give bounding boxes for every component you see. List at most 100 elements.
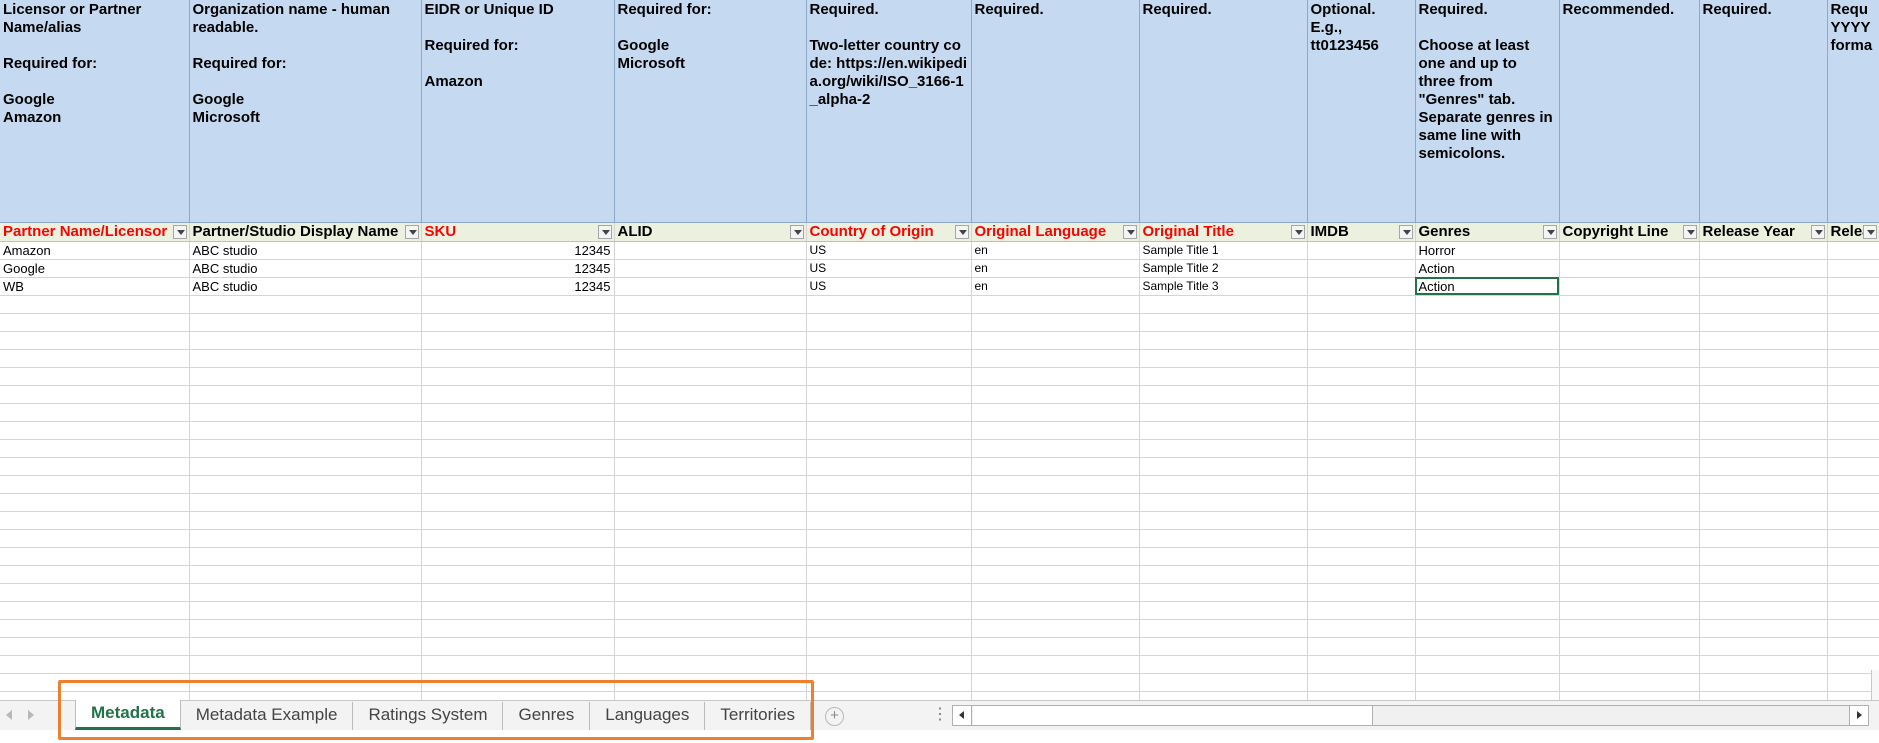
empty-cell[interactable] [421,601,615,620]
empty-cell[interactable] [614,565,807,584]
empty-cell[interactable] [1307,655,1416,674]
empty-cell[interactable] [1139,583,1308,602]
empty-cell[interactable] [971,691,1140,700]
empty-cell[interactable] [1827,439,1879,458]
empty-cell[interactable] [806,619,972,638]
empty-cell[interactable] [189,529,422,548]
empty-cell[interactable] [1415,439,1560,458]
empty-cell[interactable] [421,457,615,476]
empty-cell[interactable] [1699,403,1828,422]
table-cell[interactable]: Sample Title 2 [1139,259,1308,278]
empty-cell[interactable] [1415,313,1560,332]
empty-cell[interactable] [1827,331,1879,350]
description-cell[interactable]: Requ YYYY forma [1827,0,1879,223]
empty-cell[interactable] [1307,385,1416,404]
empty-cell[interactable] [421,349,615,368]
next-sheet-arrow-icon[interactable] [28,710,34,720]
empty-cell[interactable] [1307,637,1416,656]
table-cell[interactable]: 12345 [421,277,615,296]
empty-cell[interactable] [614,421,807,440]
empty-cell[interactable] [421,313,615,332]
empty-cell[interactable] [421,403,615,422]
empty-cell[interactable] [806,421,972,440]
empty-cell[interactable] [1559,655,1700,674]
tab-options-icon[interactable]: ⋮ [932,704,948,724]
empty-cell[interactable] [421,367,615,386]
empty-cell[interactable] [1139,367,1308,386]
empty-cell[interactable] [1559,493,1700,512]
scroll-left-icon[interactable] [953,706,972,725]
table-cell[interactable] [1559,277,1700,296]
empty-cell[interactable] [1559,421,1700,440]
empty-cell[interactable] [971,583,1140,602]
empty-cell[interactable] [1559,673,1700,692]
empty-cell[interactable] [614,331,807,350]
empty-cell[interactable] [614,475,807,494]
empty-cell[interactable] [806,493,972,512]
spreadsheet-grid[interactable]: Licensor or Partner Name/alias Required … [0,0,1879,700]
table-cell[interactable]: ABC studio [189,259,422,278]
table-cell[interactable] [1699,241,1828,260]
empty-cell[interactable] [421,475,615,494]
empty-cell[interactable] [421,295,615,314]
table-cell[interactable]: ABC studio [189,241,422,260]
column-header-cell[interactable]: IMDB [1307,222,1416,242]
empty-cell[interactable] [1559,295,1700,314]
table-cell[interactable]: WB [0,277,190,296]
table-cell[interactable] [1559,259,1700,278]
empty-cell[interactable] [1139,619,1308,638]
empty-cell[interactable] [1307,601,1416,620]
empty-cell[interactable] [189,421,422,440]
empty-cell[interactable] [971,313,1140,332]
empty-cell[interactable] [614,295,807,314]
empty-cell[interactable] [1827,313,1879,332]
empty-cell[interactable] [0,637,190,656]
empty-cell[interactable] [189,439,422,458]
empty-cell[interactable] [806,601,972,620]
empty-cell[interactable] [1415,421,1560,440]
empty-cell[interactable] [614,457,807,476]
empty-cell[interactable] [1307,619,1416,638]
horizontal-scrollbar[interactable] [952,705,1869,726]
empty-cell[interactable] [1139,349,1308,368]
add-sheet-icon[interactable]: + [825,707,844,726]
empty-cell[interactable] [0,565,190,584]
empty-cell[interactable] [1307,331,1416,350]
empty-cell[interactable] [1307,403,1416,422]
table-cell[interactable] [614,277,807,296]
table-cell[interactable]: Sample Title 3 [1139,277,1308,296]
filter-dropdown-icon[interactable] [1862,224,1877,239]
empty-cell[interactable] [421,421,615,440]
empty-cell[interactable] [421,583,615,602]
table-cell[interactable]: 12345 [421,241,615,260]
empty-cell[interactable] [421,565,615,584]
empty-cell[interactable] [421,493,615,512]
empty-cell[interactable] [1699,673,1828,692]
empty-cell[interactable] [806,529,972,548]
empty-cell[interactable] [1415,565,1560,584]
empty-cell[interactable] [614,403,807,422]
empty-cell[interactable] [189,565,422,584]
empty-cell[interactable] [1415,691,1560,700]
table-cell[interactable] [1699,277,1828,296]
table-cell[interactable]: en [971,241,1140,260]
empty-cell[interactable] [189,313,422,332]
filter-dropdown-icon[interactable] [1810,224,1825,239]
empty-cell[interactable] [0,295,190,314]
empty-cell[interactable] [1415,511,1560,530]
empty-cell[interactable] [806,547,972,566]
empty-cell[interactable] [1559,529,1700,548]
table-cell[interactable]: Action [1415,277,1560,296]
empty-cell[interactable] [1415,331,1560,350]
empty-cell[interactable] [1415,637,1560,656]
empty-cell[interactable] [0,349,190,368]
empty-cell[interactable] [1827,421,1879,440]
empty-cell[interactable] [1559,475,1700,494]
empty-cell[interactable] [0,583,190,602]
table-cell[interactable] [1827,259,1879,278]
column-header-cell[interactable]: Release Year [1699,222,1828,242]
empty-cell[interactable] [0,475,190,494]
empty-cell[interactable] [971,421,1140,440]
empty-cell[interactable] [1827,367,1879,386]
empty-cell[interactable] [1415,457,1560,476]
